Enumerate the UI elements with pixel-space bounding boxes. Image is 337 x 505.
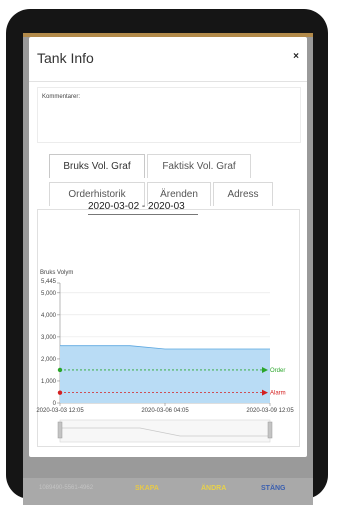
navigator-handle-left[interactable] — [57, 421, 63, 439]
order-marker — [57, 367, 63, 373]
navigator-track — [59, 419, 271, 443]
alarm-marker — [57, 390, 63, 395]
order-label: Order — [270, 368, 285, 374]
y-tick-label: 1,000 — [41, 379, 57, 385]
x-tick-label: 2020-03-06 04:05 — [141, 408, 189, 414]
usage-volume-chart: Bruks Volym 0 1,000 2,000 3,000 4,000 5,000 5,4… — [36, 270, 294, 443]
usage-area — [60, 345, 270, 403]
y-tick-label: 4,000 — [41, 313, 57, 319]
x-tick-label: 2020-03-09 12:05 — [246, 408, 294, 414]
x-tick-label: 2020-03-03 12:05 — [36, 408, 84, 414]
alarm-label: Alarm — [270, 391, 286, 397]
y-tick-label: 0 — [53, 401, 57, 407]
y-tick-label: 3,000 — [41, 335, 57, 341]
y-tick-label: 5,445 — [41, 279, 57, 285]
y-tick-label: 2,000 — [41, 357, 57, 363]
navigator-handle-right[interactable] — [267, 421, 273, 439]
y-tick-label: 5,000 — [41, 291, 57, 297]
y-axis-label: Bruks Volym — [40, 270, 73, 276]
